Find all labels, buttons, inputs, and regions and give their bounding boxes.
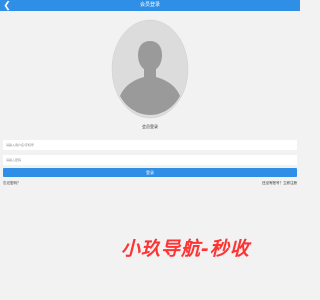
username-field[interactable] — [3, 140, 297, 150]
password-field[interactable] — [3, 155, 297, 165]
page-title: 会员登录 — [139, 2, 160, 8]
member-login-label: 会员登录 — [142, 124, 158, 129]
avatar — [111, 19, 189, 119]
register-link[interactable]: 还没有账号？立即注册 — [262, 181, 297, 186]
login-page: ❮ 会员登录 会员登录 登录 忘记密码？ 还没有账号？立即注册 小玖导航-秒收 — [0, 0, 300, 300]
login-button[interactable]: 登录 — [3, 168, 297, 177]
forgot-password-link[interactable]: 忘记密码？ — [3, 181, 21, 186]
watermark-logo: 小玖导航-秒收 — [121, 238, 250, 260]
top-header-bar: ❮ 会员登录 — [0, 0, 300, 11]
